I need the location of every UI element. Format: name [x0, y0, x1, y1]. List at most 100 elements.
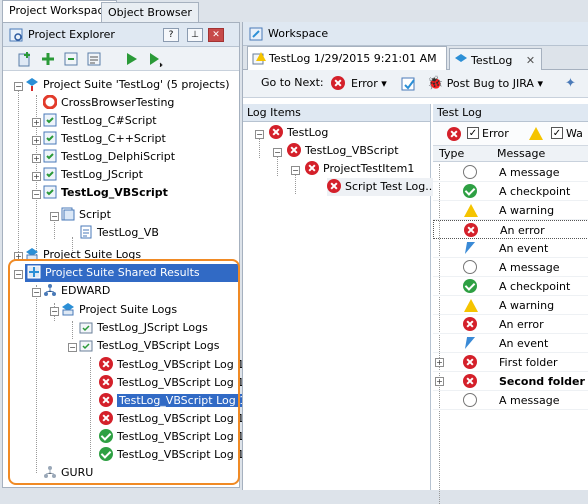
tree-guru[interactable]: GURU [43, 464, 93, 482]
tree-testlog-vb-label: TestLog_VB [97, 226, 159, 239]
collapse-suite-icon[interactable]: − [14, 82, 23, 91]
expand-folder-icon[interactable]: + [435, 377, 444, 386]
expand-csharp-icon[interactable]: + [32, 118, 41, 127]
tree-script[interactable]: Script [61, 206, 111, 224]
tree-project-suite-logs[interactable]: Project Suite Logs [25, 246, 141, 264]
test-log-row[interactable]: An error [433, 315, 588, 334]
goto-label: Go to Next: [261, 76, 324, 89]
collapse-edward-suite-logs-icon[interactable]: − [50, 307, 59, 316]
tree-log-6[interactable]: TestLog_VBScript Log 1 [99, 446, 244, 464]
test-log-filter-bar: ✓ Error ✓ Wa [433, 122, 588, 146]
column-message[interactable]: Message [497, 147, 545, 160]
post-bug-dropdown[interactable]: 🐞 Post Bug to JIRA ▾ [427, 76, 543, 91]
tree-shared-results[interactable]: Project Suite Shared Results [25, 264, 239, 282]
pin-button[interactable]: ⊥ [187, 28, 203, 42]
run-options-icon[interactable] [147, 51, 163, 67]
collapse-log-projecttestitem-icon[interactable]: − [291, 166, 300, 175]
tab-testlog-run[interactable]: TestLog 1/29/2015 9:21:01 AM [247, 46, 447, 71]
log-node-script-test-log[interactable]: Script Test Log... [327, 178, 440, 196]
log-node-projecttestitem[interactable]: ProjectTestItem1 [305, 160, 414, 178]
collapse-vbscript-icon[interactable]: − [32, 190, 41, 199]
tree-vbscript-logs[interactable]: TestLog_VBScript Logs [79, 337, 219, 355]
tree-log-3[interactable]: TestLog_VBScript Log 1 [99, 392, 249, 410]
tree-project-suite[interactable]: Project Suite 'TestLog' (5 projects) [25, 76, 230, 94]
close-button[interactable]: ✕ [208, 28, 224, 42]
checkpoint-icon [463, 279, 477, 293]
test-log-row[interactable]: + First folder [433, 353, 588, 372]
workspace-header: Workspace [243, 22, 588, 46]
error-filter-label: Error [482, 127, 509, 140]
expand-cpp-icon[interactable]: + [32, 136, 41, 145]
collapse-log-root-icon[interactable]: − [255, 130, 264, 139]
filter-icon[interactable] [401, 76, 417, 92]
tree-testlog-jscript[interactable]: TestLog_JScript [43, 166, 143, 184]
error-log-icon [99, 375, 113, 389]
tree-testlog-csharp[interactable]: TestLog_C#Script [43, 112, 157, 130]
error-filter-checkbox[interactable]: ✓ [467, 127, 479, 139]
expand-jscript-icon[interactable]: + [32, 172, 41, 181]
event-icon [463, 241, 477, 255]
log-node-vbscript[interactable]: TestLog_VBScript [287, 142, 399, 160]
error-icon [331, 76, 345, 90]
testlog-icon [455, 54, 467, 62]
run-icon[interactable] [123, 51, 139, 67]
tree-log-label-selected: TestLog_VBScript Log 1 [117, 394, 249, 407]
help-button[interactable]: ? [163, 28, 179, 42]
error-dropdown[interactable]: Error ▾ [331, 76, 387, 90]
tree-log-2[interactable]: TestLog_VBScript Log 1 [99, 374, 244, 392]
tab-object-browser[interactable]: Object Browser [101, 2, 199, 22]
add-new-icon[interactable] [40, 51, 56, 67]
column-type[interactable]: Type [439, 147, 464, 160]
tree-testlog-vb[interactable]: TestLog_VB [79, 224, 159, 242]
tree-log-5[interactable]: TestLog_VBScript Log 1 [99, 428, 244, 446]
test-log-row[interactable]: A warning [433, 201, 588, 220]
collapse-script-icon[interactable]: − [50, 212, 59, 221]
add-existing-icon[interactable] [63, 51, 79, 67]
add-item-icon[interactable] [17, 51, 33, 67]
collapse-log-vbscript-icon[interactable]: − [273, 148, 282, 157]
test-log-row[interactable]: A message [433, 258, 588, 277]
tree-jscript-logs[interactable]: TestLog_JScript Logs [79, 319, 208, 337]
tree-log-4[interactable]: TestLog_VBScript Log 1 [99, 410, 244, 428]
properties-icon[interactable] [86, 51, 102, 67]
test-log-row[interactable]: A message [433, 163, 588, 182]
log-node-testlog[interactable]: TestLog [269, 124, 328, 142]
expand-delphi-icon[interactable]: + [32, 154, 41, 163]
tree-edward-suite-logs-label: Project Suite Logs [79, 303, 178, 316]
computer-icon [44, 284, 56, 296]
test-log-row[interactable]: + Second folder [433, 372, 588, 391]
collapse-shared-results-icon[interactable]: − [14, 270, 23, 279]
tab-testlog[interactable]: TestLog ✕ [449, 48, 542, 70]
tree-crossbrowsertesting[interactable]: CrossBrowserTesting [43, 94, 174, 112]
more-tools-icon[interactable]: ✦ [565, 76, 576, 91]
error-log-icon [99, 393, 113, 407]
test-log-row[interactable]: An event [433, 239, 588, 258]
test-log-row[interactable]: An event [433, 334, 588, 353]
tab-testlog-label: TestLog [471, 54, 513, 67]
test-log-title: Test Log [433, 104, 588, 122]
tab-project-workspace[interactable]: Project Workspace [2, 0, 118, 22]
expand-folder-icon[interactable]: + [435, 358, 444, 367]
log-warning-icon [252, 52, 266, 65]
collapse-vbscript-logs-icon[interactable]: − [68, 343, 77, 352]
tree-edward[interactable]: EDWARD [43, 282, 110, 300]
error-icon [269, 125, 283, 139]
warning-filter-checkbox[interactable]: ✓ [551, 127, 563, 139]
tree-log-label: TestLog_VBScript Log 1 [117, 448, 245, 461]
test-log-row[interactable]: A checkpoint [433, 182, 588, 201]
collapse-edward-icon[interactable]: − [32, 288, 41, 297]
tree-edward-suite-logs[interactable]: Project Suite Logs [61, 301, 177, 319]
success-log-icon [99, 429, 113, 443]
tree-testlog-cpp[interactable]: TestLog_C++Script [43, 130, 166, 148]
close-tab-icon[interactable]: ✕ [526, 54, 535, 67]
expand-suite-logs-icon[interactable]: + [14, 252, 23, 261]
test-log-row[interactable]: A checkpoint [433, 277, 588, 296]
tree-testlog-delphi[interactable]: TestLog_DelphiScript [43, 148, 175, 166]
test-log-row[interactable]: A message [433, 391, 588, 410]
tree-testlog-cpp-label: TestLog_C++Script [61, 132, 166, 145]
tree-log-1[interactable]: TestLog_VBScript Log 1 [99, 356, 244, 374]
test-log-row[interactable]: An error [433, 220, 588, 239]
test-log-row[interactable]: A warning [433, 296, 588, 315]
tree-testlog-vbscript[interactable]: TestLog_VBScript [43, 184, 168, 202]
project-icon [43, 185, 57, 199]
